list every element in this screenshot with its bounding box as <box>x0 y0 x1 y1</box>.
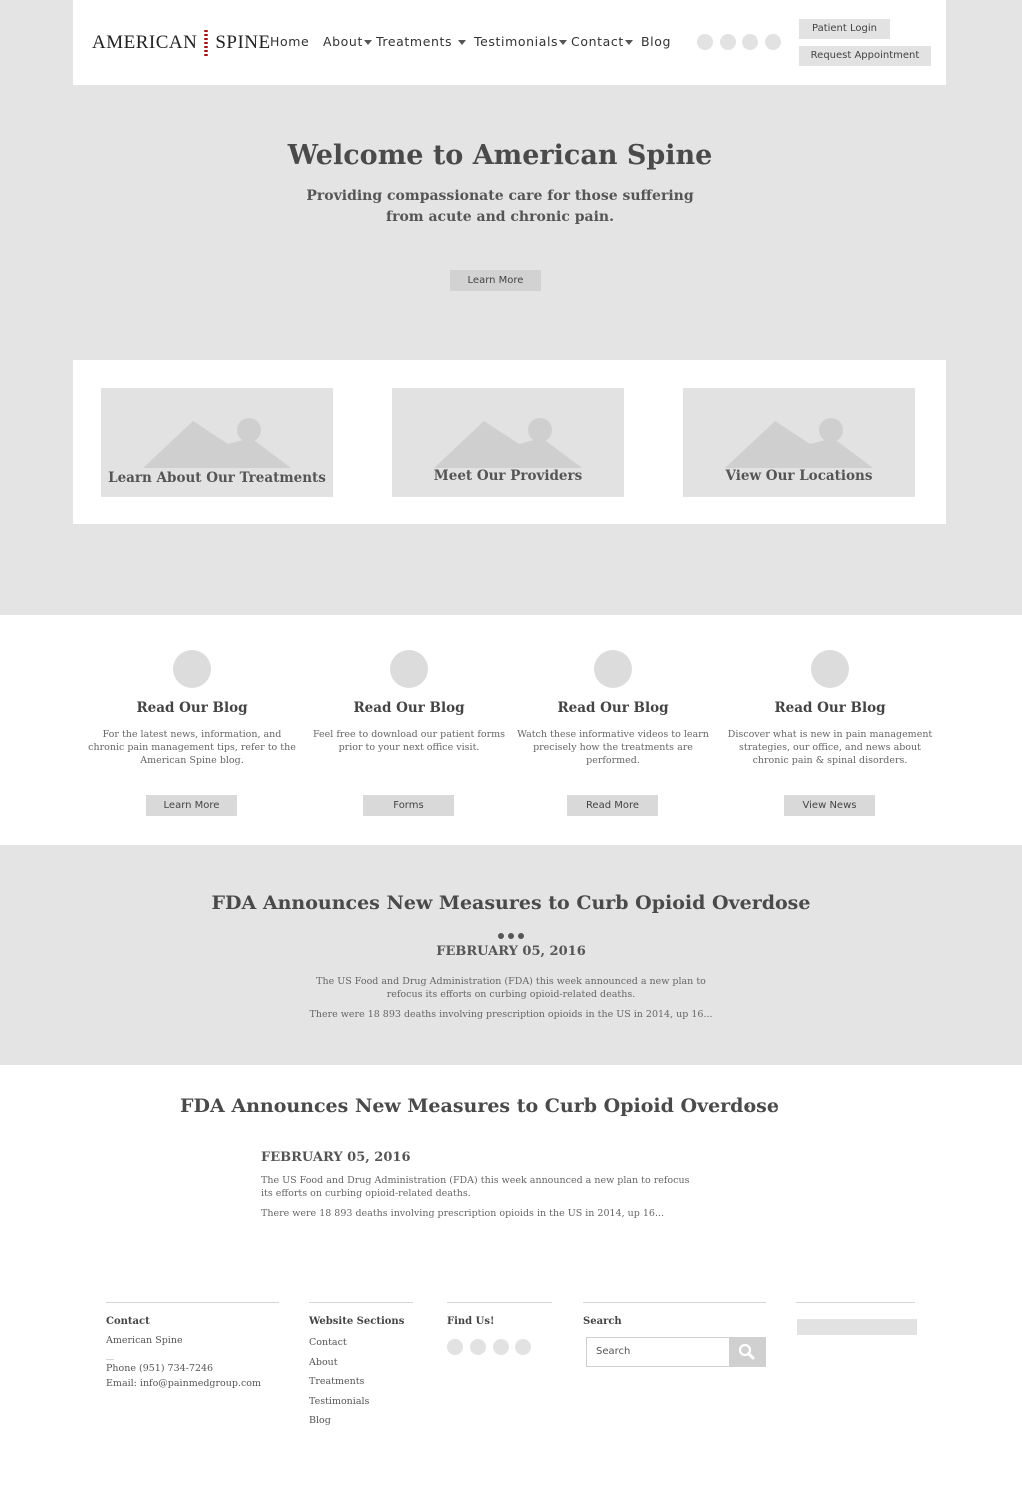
social-icon-1[interactable] <box>697 34 713 50</box>
footer-divider <box>106 1302 279 1303</box>
chevron-down-icon <box>624 40 633 45</box>
footer-company-name: American Spine <box>106 1335 183 1346</box>
footer-link-treatments[interactable]: Treatments <box>309 1376 364 1387</box>
footer-social-icon-3[interactable] <box>493 1339 509 1355</box>
slider-title[interactable]: FDA Announces New Measures to Curb Opioi… <box>180 1095 779 1117</box>
request-appointment-button[interactable]: Request Appointment <box>799 46 931 66</box>
card-providers-label: Meet Our Providers <box>433 468 583 484</box>
footer-divider <box>447 1302 552 1303</box>
footer-placeholder-bar <box>797 1319 917 1335</box>
nav-about-label: About <box>323 34 363 49</box>
feature-cards-panel: Learn About Our Treatments Meet Our Prov… <box>73 360 946 524</box>
slider-paragraph-1: The US Food and Drug Administration (FDA… <box>261 1175 690 1199</box>
footer-social-icon-2[interactable] <box>470 1339 486 1355</box>
card-providers[interactable]: Meet Our Providers <box>392 388 624 497</box>
circle-icon <box>390 650 428 688</box>
footer-divider <box>583 1302 766 1303</box>
info-column-4: Read Our Blog Discover what is new in pa… <box>725 650 935 780</box>
column-description: Discover what is new in pain management … <box>727 729 933 766</box>
nav-testimonials-label: Testimonials <box>474 34 559 49</box>
site-header: AMERICAN SPINE Home About Treatments Tes… <box>73 0 946 85</box>
footer-social-icon-1[interactable] <box>447 1339 463 1355</box>
forms-button[interactable]: Forms <box>363 795 454 816</box>
circle-icon <box>173 650 211 688</box>
card-treatments-label: Learn About Our Treatments <box>108 470 326 486</box>
news-paragraph-2: There were 18 893 deaths involving presc… <box>309 1009 713 1020</box>
ellipsis-dots <box>0 924 1022 943</box>
search-icon <box>738 1343 755 1360</box>
nav-home[interactable]: Home <box>270 34 309 49</box>
patient-login-button[interactable]: Patient Login <box>799 19 890 39</box>
column-title: Read Our Blog <box>774 700 886 716</box>
social-icon-3[interactable] <box>742 34 758 50</box>
hero-learn-more-button[interactable]: Learn More <box>450 270 541 291</box>
footer-email[interactable]: Email: info@painmedgroup.com <box>106 1378 261 1389</box>
footer-divider <box>796 1302 915 1303</box>
footer-sections-heading: Website Sections <box>309 1316 405 1327</box>
chevron-right-icon[interactable]: › <box>769 1100 783 1116</box>
hero-subtitle: Providing compassionate care for those s… <box>0 186 1000 228</box>
nav-blog[interactable]: Blog <box>641 34 671 49</box>
circle-icon <box>594 650 632 688</box>
column-title: Read Our Blog <box>353 700 465 716</box>
footer-link-contact[interactable]: Contact <box>309 1337 347 1348</box>
circle-icon <box>811 650 849 688</box>
column-description: Feel free to download our patient forms … <box>312 729 506 753</box>
news-paragraph-1: The US Food and Drug Administration (FDA… <box>316 976 706 1000</box>
nav-contact[interactable]: Contact <box>571 34 633 49</box>
column-title: Read Our Blog <box>136 700 248 716</box>
card-locations[interactable]: View Our Locations <box>683 388 915 497</box>
footer-divider <box>309 1302 413 1303</box>
chevron-down-icon <box>457 40 466 45</box>
nav-treatments[interactable]: Treatments <box>376 34 466 49</box>
logo[interactable]: AMERICAN SPINE <box>92 28 271 58</box>
search-input[interactable]: Search <box>586 1337 730 1367</box>
footer-link-about[interactable]: About <box>309 1357 338 1368</box>
nav-home-label: Home <box>270 34 310 49</box>
spine-icon <box>202 28 210 58</box>
news-date: FEBRUARY 05, 2016 <box>436 944 586 959</box>
column-title: Read Our Blog <box>557 700 669 716</box>
info-column-3: Read Our Blog Watch these informative vi… <box>508 650 718 780</box>
nav-testimonials[interactable]: Testimonials <box>474 34 568 49</box>
logo-text-left: AMERICAN <box>92 32 198 53</box>
footer-link-testimonials[interactable]: Testimonials <box>309 1396 369 1407</box>
column-description: Watch these informative videos to learn … <box>517 729 709 766</box>
read-more-button[interactable]: Read More <box>567 795 658 816</box>
logo-text-right: SPINE <box>215 32 271 53</box>
nav-contact-label: Contact <box>571 34 624 49</box>
footer-search-heading: Search <box>583 1316 622 1327</box>
search-button[interactable] <box>729 1337 766 1367</box>
card-locations-label: View Our Locations <box>725 468 873 484</box>
footer-social-icon-4[interactable] <box>515 1339 531 1355</box>
footer-phone: Phone (951) 734-7246 <box>106 1363 214 1374</box>
slider-date: FEBRUARY 05, 2016 <box>261 1150 411 1165</box>
chevron-down-icon <box>559 40 568 45</box>
footer-contact-heading: Contact <box>106 1316 150 1327</box>
blog-learn-more-button[interactable]: Learn More <box>146 795 237 816</box>
nav-treatments-label: Treatments <box>376 34 453 49</box>
card-treatments[interactable]: Learn About Our Treatments <box>101 388 333 497</box>
nav-blog-label: Blog <box>641 34 672 49</box>
slider-paragraph-2: There were 18 893 deaths involving presc… <box>261 1208 664 1219</box>
footer-small-divider <box>106 1359 114 1360</box>
hero-subtitle-line2: from acute and chronic pain. <box>386 209 614 225</box>
footer-find-us-heading: Find Us! <box>447 1316 495 1327</box>
info-column-1: Read Our Blog For the latest news, infor… <box>87 650 297 780</box>
social-icon-4[interactable] <box>765 34 781 50</box>
social-icon-2[interactable] <box>720 34 736 50</box>
column-description: For the latest news, information, and ch… <box>88 729 296 766</box>
view-news-button[interactable]: View News <box>784 795 875 816</box>
news-title[interactable]: FDA Announces New Measures to Curb Opioi… <box>0 892 1022 914</box>
hero-subtitle-line1: Providing compassionate care for those s… <box>306 188 694 204</box>
hero-title: Welcome to American Spine <box>287 140 713 171</box>
chevron-left-icon[interactable]: ‹ <box>741 1100 755 1116</box>
nav-about[interactable]: About <box>323 34 372 49</box>
chevron-down-icon <box>363 40 372 45</box>
info-column-2: Read Our Blog Feel free to download our … <box>304 650 514 780</box>
footer-link-blog[interactable]: Blog <box>309 1415 331 1426</box>
